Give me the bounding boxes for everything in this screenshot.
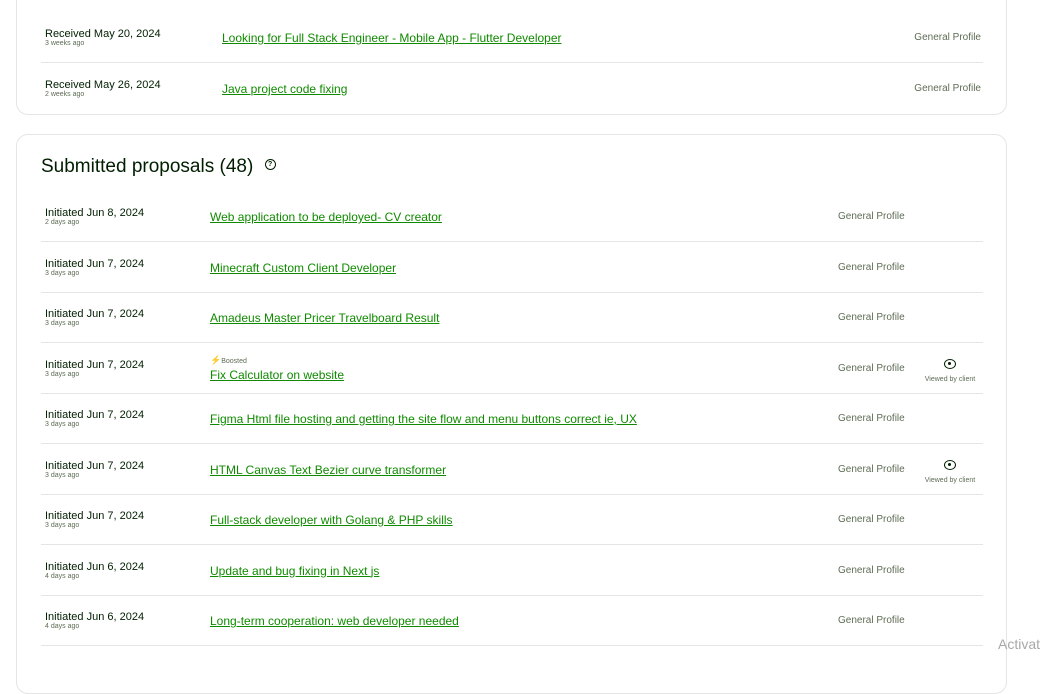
job-title-link[interactable]: Figma Html file hosting and getting the … (210, 412, 637, 426)
profile-label: General Profile (838, 413, 905, 424)
received-card: Received May 20, 2024 3 weeks ago Lookin… (16, 0, 1007, 115)
relative-time: 3 days ago (45, 320, 80, 327)
received-ago: 2 weeks ago (45, 91, 85, 98)
job-title-link[interactable]: Update and bug fixing in Next js (210, 564, 379, 578)
proposal-row: Initiated Jun 7, 2024 3 days ago Minecraft… (41, 243, 983, 293)
profile-label: General Profile (838, 463, 905, 475)
relative-time: 2 days ago (45, 219, 80, 226)
initiated-date: Initiated Jun 7, 2024 (45, 409, 145, 421)
proposal-row: Initiated Jun 7, 2024 3 days ago Amadeus M… (41, 293, 983, 343)
initiated-date: Initiated Jun 7, 2024 (45, 308, 145, 320)
relative-time: 3 days ago (45, 269, 80, 277)
proposal-row: Initiated Jun 8, 2024 2 days ago Web appli… (41, 192, 983, 242)
boosted-label: Boosted (221, 357, 247, 365)
profile-label: General Profile (838, 564, 905, 576)
profile-label: General Profile (838, 615, 905, 626)
proposal-row: Initiated Jun 6, 2024 4 days ago Update an… (41, 546, 983, 596)
proposal-row: Initiated Jun 6, 2024 4 days ago Long-term… (41, 596, 983, 646)
relative-time: 3 days ago (45, 471, 80, 479)
profile-label: General Profile (838, 514, 905, 525)
submitted-proposals-card: Submitted proposals (48) ? Initiated Jun… (16, 134, 1007, 694)
job-title-link[interactable]: Full-stack developer with Golang & PHP s… (210, 513, 453, 527)
proposal-row: Initiated Jun 7, 2024 3 days ago ⚡Boosted F… (41, 344, 983, 394)
profile-label: General Profile (838, 261, 905, 273)
profile-label: General Profile (914, 32, 981, 43)
received-row: Received May 20, 2024 3 weeks ago Lookin… (41, 13, 983, 63)
received-row: Received May 26, 2024 2 weeks ago Java p… (41, 64, 983, 114)
initiated-date: Initiated Jun 6, 2024 (45, 560, 145, 573)
initiated-date: Initiated Jun 7, 2024 (45, 358, 145, 371)
viewed-label: Viewed by client (924, 476, 976, 484)
viewed-label: Viewed by client (924, 375, 976, 383)
relative-time: 3 days ago (45, 370, 80, 378)
initiated-date: Initiated Jun 7, 2024 (45, 459, 145, 472)
viewed-by-client-indicator: Viewed by client (915, 457, 985, 484)
lightning-bolt-icon: ⚡ (210, 354, 222, 365)
section-heading: Submitted proposals (48) ? (41, 156, 276, 178)
relative-time: 4 days ago (45, 572, 80, 580)
job-title-link[interactable]: Amadeus Master Pricer Travelboard Result (210, 311, 439, 325)
initiated-date: Initiated Jun 7, 2024 (45, 257, 145, 270)
initiated-date: Initiated Jun 6, 2024 (45, 611, 145, 623)
relative-time: 3 days ago (45, 421, 80, 428)
job-title-link[interactable]: Long-term cooperation: web developer nee… (210, 614, 459, 628)
job-title-link[interactable]: Looking for Full Stack Engineer - Mobile… (222, 31, 562, 45)
relative-time: 3 days ago (45, 522, 80, 529)
initiated-date: Initiated Jun 7, 2024 (45, 510, 145, 522)
proposal-row: Initiated Jun 7, 2024 3 days ago Full-stac… (41, 495, 983, 545)
profile-label: General Profile (838, 362, 905, 374)
help-circle-icon[interactable]: ? (264, 159, 276, 171)
eye-icon (944, 358, 956, 369)
proposal-row: Initiated Jun 7, 2024 3 days ago Figma Htm… (41, 394, 983, 444)
proposal-count: (48) (219, 156, 254, 177)
boosted-badge: ⚡Boosted (210, 355, 247, 366)
job-title-link[interactable]: Web application to be deployed- CV creat… (210, 210, 442, 224)
initiated-date: Initiated Jun 8, 2024 (45, 207, 145, 219)
job-title-link[interactable]: HTML Canvas Text Bezier curve transforme… (210, 463, 446, 477)
profile-label: General Profile (838, 312, 905, 323)
profile-label: General Profile (838, 211, 905, 222)
proposal-row: Initiated Jun 7, 2024 3 days ago HTML Canv… (41, 445, 983, 495)
eye-icon (944, 459, 956, 470)
received-ago: 3 weeks ago (45, 40, 85, 47)
activation-watermark: Activat (998, 636, 1041, 652)
received-date: Received May 26, 2024 (45, 79, 161, 91)
job-title-link[interactable]: Java project code fixing (222, 82, 347, 96)
received-date: Received May 20, 2024 (45, 28, 161, 40)
job-title-link[interactable]: Fix Calculator on website (210, 368, 344, 382)
job-title-link[interactable]: Minecraft Custom Client Developer (210, 261, 396, 275)
relative-time: 4 days ago (45, 623, 80, 630)
section-title: Submitted proposals (41, 156, 215, 177)
profile-label: General Profile (914, 83, 981, 94)
viewed-by-client-indicator: Viewed by client (915, 356, 985, 383)
